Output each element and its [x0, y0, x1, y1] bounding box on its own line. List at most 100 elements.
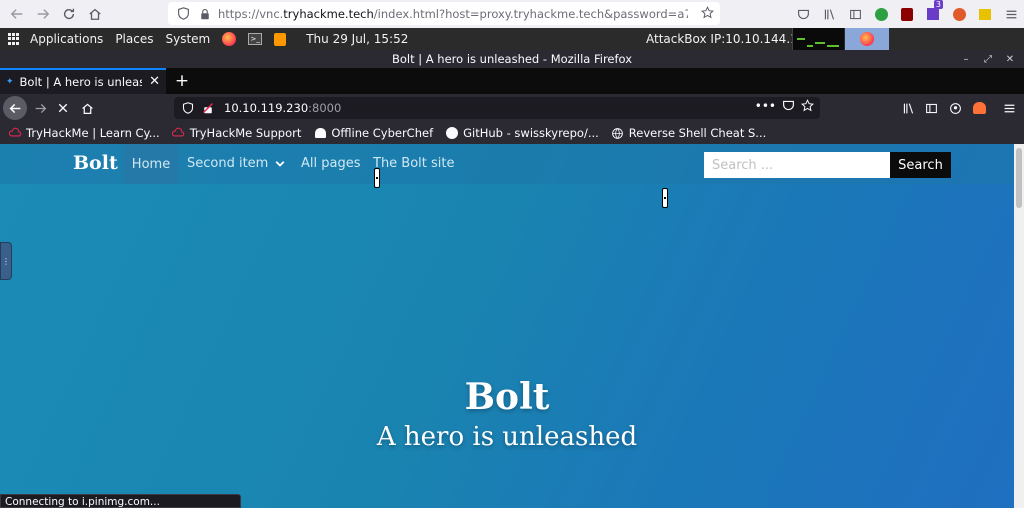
hero-subtitle: A hero is unleashed — [376, 422, 638, 452]
clock: Thu 29 Jul, 15:52 — [306, 32, 409, 46]
shield-icon — [174, 7, 192, 20]
pocket-icon[interactable] — [790, 0, 816, 28]
bookmark-star-icon[interactable] — [801, 99, 814, 115]
nav-home[interactable]: Home — [124, 144, 178, 184]
outer-forward-button[interactable] — [30, 1, 56, 27]
menu-hamburger-icon[interactable] — [998, 97, 1020, 119]
hero-title: Bolt — [464, 376, 550, 418]
chef-icon — [313, 126, 327, 140]
tryhackme-icon — [8, 126, 22, 140]
maximize-button[interactable]: ⤢ — [978, 50, 998, 68]
reload-icon — [63, 8, 75, 20]
bookmark-cyberchef[interactable]: Offline CyberChef — [313, 126, 433, 140]
nav-second-item[interactable]: Second item — [187, 156, 286, 171]
stop-loading-button[interactable] — [52, 97, 74, 119]
site-brand[interactable]: Bolt — [73, 152, 118, 174]
bookmark-tryhackme-support[interactable]: TryHackMe Support — [172, 126, 301, 140]
close-icon — [58, 103, 68, 113]
home-button[interactable] — [76, 97, 98, 119]
forward-button[interactable] — [29, 97, 51, 119]
text-cursor-icon — [374, 168, 380, 188]
applications-menu[interactable]: Applications — [30, 32, 103, 46]
page-scrollbar[interactable] — [1014, 144, 1024, 508]
search-input[interactable] — [704, 152, 890, 178]
status-bar: Connecting to i.pinimg.com... — [0, 494, 241, 508]
sidebar-icon[interactable] — [920, 97, 942, 119]
bookmarks-toolbar: TryHackMe | Learn Cy... TryHackMe Suppor… — [0, 122, 1024, 144]
library-icon[interactable] — [897, 97, 919, 119]
extension-green-icon[interactable] — [868, 0, 894, 28]
globe-icon — [611, 126, 625, 140]
tryhackme-icon — [172, 126, 186, 140]
desktop-panel: Applications Places System >_ Thu 29 Jul… — [0, 28, 1024, 50]
foxyproxy-icon[interactable] — [968, 97, 990, 119]
places-menu[interactable]: Places — [115, 32, 153, 46]
navigation-toolbar: 10.10.119.230:8000 ••• — [0, 94, 1024, 122]
tab-label: Bolt | A hero is unleashed — [19, 75, 142, 89]
outer-browser-toolbar: https://vnc.tryhackme.tech/index.html?ho… — [0, 0, 1024, 28]
arrow-left-icon — [10, 9, 23, 19]
outer-url-bar[interactable]: https://vnc.tryhackme.tech/index.html?ho… — [168, 2, 720, 25]
pocket-icon[interactable] — [782, 99, 795, 115]
site-navbar: Bolt Home Second item All pages The Bolt… — [0, 144, 1014, 184]
window-title: Bolt | A hero is unleashed - Mozilla Fir… — [391, 52, 633, 66]
url-bar[interactable]: 10.10.119.230:8000 ••• — [174, 97, 820, 119]
close-window-button[interactable]: ✕ — [1000, 50, 1020, 68]
outer-url-text: https://vnc.tryhackme.tech/index.html?ho… — [218, 6, 688, 21]
home-icon — [81, 103, 93, 114]
lock-icon — [196, 8, 214, 20]
system-monitor-graph — [792, 28, 844, 50]
extension-badge-count: 3 — [933, 0, 943, 9]
arrow-left-icon — [9, 103, 20, 113]
github-icon — [445, 126, 459, 140]
drag-handle-icon: ⋮ — [2, 256, 10, 266]
extension-orange-icon[interactable] — [946, 0, 972, 28]
scrollbar-thumb[interactable] — [1016, 148, 1022, 208]
shield-icon — [180, 102, 196, 114]
applications-grid-icon — [8, 33, 20, 45]
bookmark-github[interactable]: GitHub - swisskyrepo/... — [445, 126, 599, 140]
bookmark-tryhackme-learn[interactable]: TryHackMe | Learn Cy... — [8, 126, 160, 140]
firefox-launcher-icon[interactable] — [222, 32, 237, 46]
home-icon — [89, 8, 101, 20]
bookmark-star-icon[interactable] — [701, 6, 714, 22]
outer-reload-button[interactable] — [56, 1, 82, 27]
sublime-launcher-icon[interactable] — [274, 32, 287, 46]
extension-badge-icon[interactable]: 3 — [920, 0, 946, 28]
library-icon[interactable] — [816, 0, 842, 28]
new-tab-button[interactable]: + — [172, 68, 192, 94]
menu-hamburger-icon[interactable] — [998, 0, 1024, 28]
url-text: 10.10.119.230:8000 — [224, 101, 342, 115]
vnc-sidebar-handle[interactable]: ⋮ — [0, 242, 12, 280]
outer-back-button[interactable] — [4, 1, 30, 27]
bookmark-reverse-shell[interactable]: Reverse Shell Cheat S... — [611, 126, 766, 140]
firefox-icon — [860, 32, 874, 46]
nav-all-pages[interactable]: All pages — [301, 156, 361, 171]
minimize-button[interactable]: – — [956, 50, 976, 68]
chevron-down-icon — [275, 160, 285, 167]
ublock-icon[interactable] — [894, 0, 920, 28]
sidebar-icon[interactable] — [842, 0, 868, 28]
extension-yellow-icon[interactable] — [972, 0, 998, 28]
tab-favicon-icon: ✦ — [6, 77, 14, 87]
system-menu[interactable]: System — [165, 32, 210, 46]
page-actions-menu[interactable]: ••• — [755, 99, 776, 115]
web-page: Bolt Home Second item All pages The Bolt… — [0, 144, 1014, 508]
nav-bolt-site[interactable]: The Bolt site — [373, 156, 455, 171]
tab-strip: ✦ Bolt | A hero is unleashed ✕ + — [0, 68, 1024, 94]
taskbar-firefox-window[interactable] — [845, 28, 889, 50]
text-cursor-icon — [662, 188, 668, 208]
window-title-bar: Bolt | A hero is unleashed - Mozilla Fir… — [0, 50, 1024, 68]
back-button[interactable] — [3, 96, 27, 120]
url-bar-actions: ••• — [755, 99, 814, 115]
tab-bolt[interactable]: ✦ Bolt | A hero is unleashed ✕ — [0, 68, 166, 94]
tab-close-icon[interactable]: ✕ — [149, 74, 160, 89]
attackbox-ip: AttackBox IP:10.10.144.155 — [646, 32, 814, 46]
outer-home-button[interactable] — [82, 1, 108, 27]
outer-toolbar-icons: 3 — [790, 0, 1024, 28]
terminal-launcher-icon[interactable]: >_ — [248, 33, 263, 45]
insecure-lock-icon — [200, 102, 216, 114]
arrow-right-icon — [35, 103, 46, 113]
search-button[interactable]: Search — [890, 152, 951, 178]
account-icon[interactable] — [944, 97, 966, 119]
